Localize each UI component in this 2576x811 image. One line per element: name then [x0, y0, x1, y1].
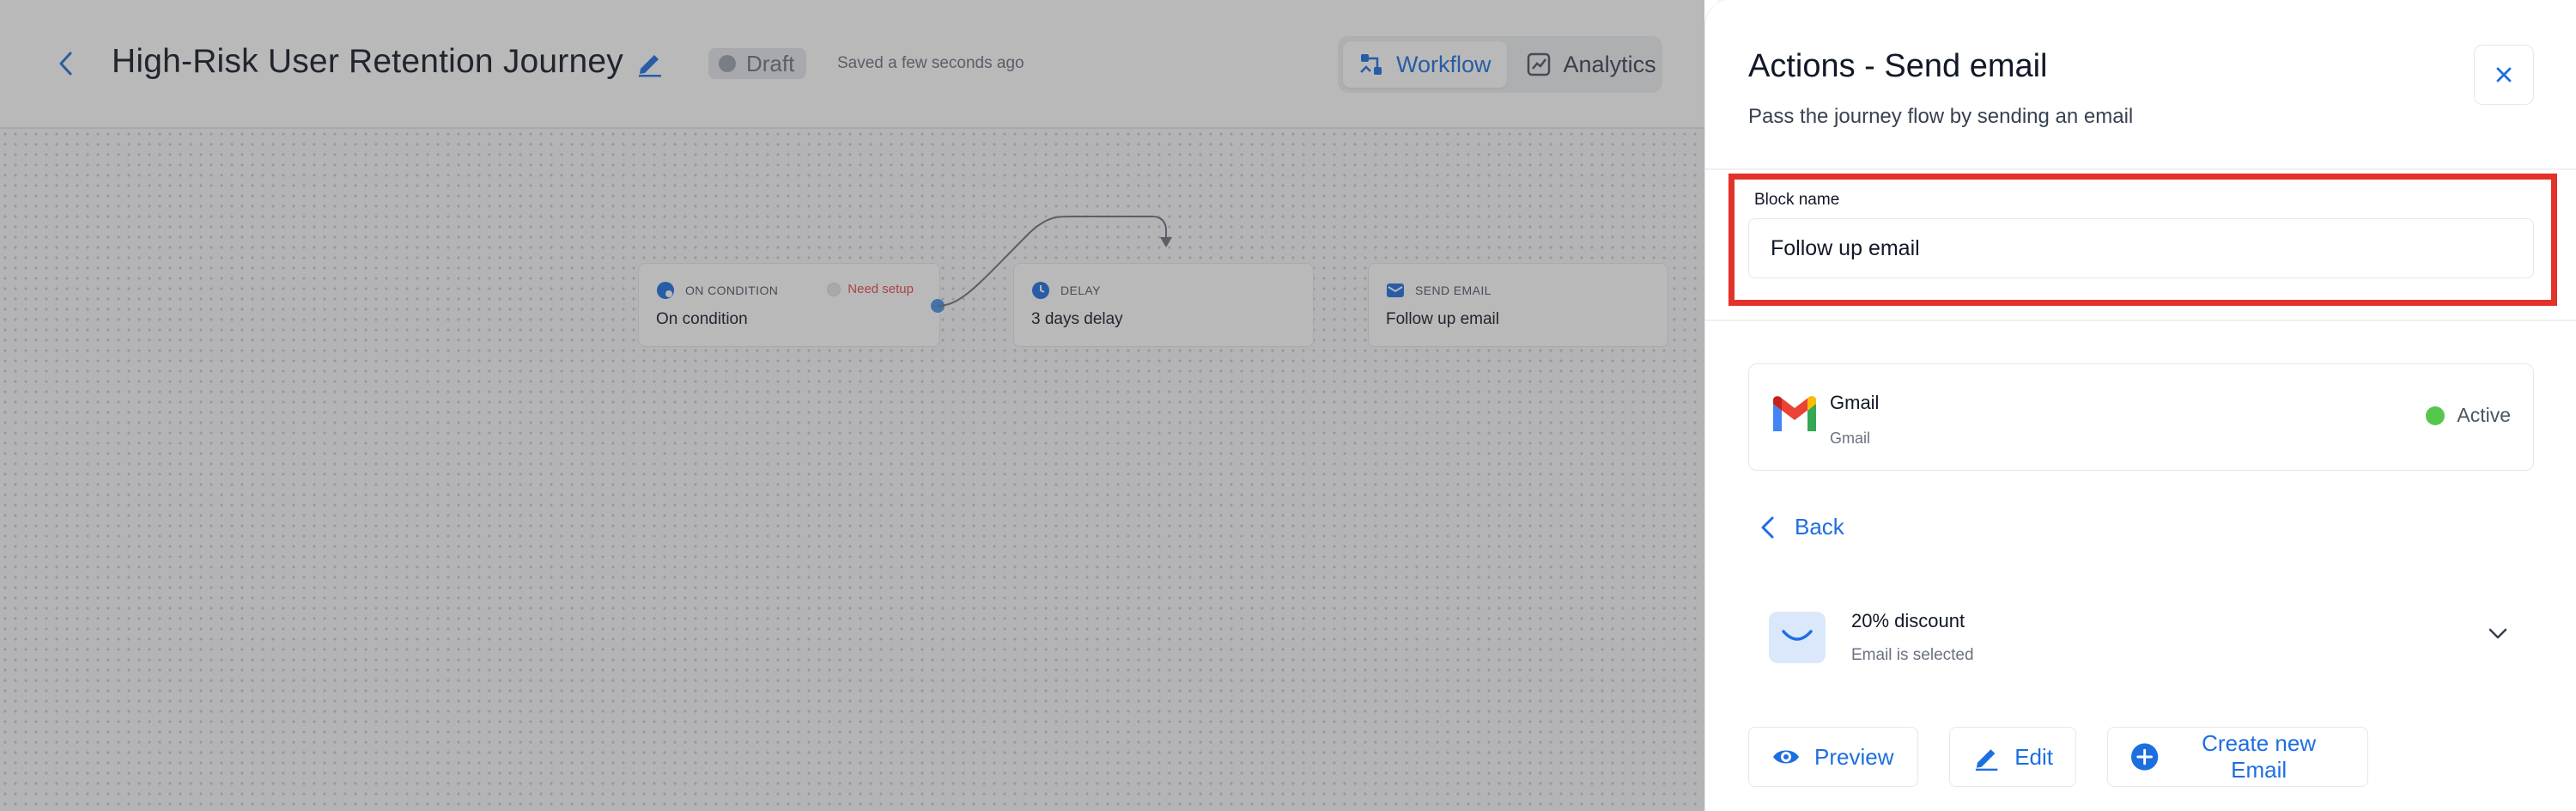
email-sub: Email is selected [1851, 646, 1974, 664]
pencil-icon [1975, 749, 1998, 771]
back-label: Back [1795, 514, 1844, 540]
plus-circle-icon [2130, 743, 2159, 771]
gmail-icon [1773, 396, 1816, 431]
email-template-icon [1769, 612, 1826, 663]
back-button[interactable]: Back [1759, 514, 1844, 540]
integration-status-label: Active [2457, 404, 2511, 426]
chevron-down-icon[interactable] [2488, 625, 2508, 641]
divider [1705, 320, 2576, 321]
preview-button[interactable]: Preview [1748, 727, 1918, 787]
edit-label: Edit [2014, 743, 2053, 770]
chevron-left-icon [1761, 516, 1774, 538]
eye-icon [1773, 750, 1799, 764]
close-button[interactable] [2474, 45, 2534, 105]
integration-card[interactable]: Gmail Gmail Active [1748, 363, 2534, 471]
divider [1705, 168, 2576, 170]
active-dot-icon [2426, 406, 2445, 425]
app: High-Risk User Retention Journey Draft S… [0, 0, 2576, 811]
selected-email-row[interactable]: 20% discount Email is selected [1748, 593, 2534, 679]
modal-overlay[interactable] [0, 0, 1704, 811]
email-title: 20% discount [1851, 610, 1965, 631]
smile-envelope-icon [1782, 630, 1813, 641]
integration-name: Gmail [1830, 392, 1880, 413]
integration-status: Active [2426, 404, 2511, 427]
create-new-email-button[interactable]: Create new Email [2107, 727, 2368, 787]
close-icon [2496, 67, 2512, 82]
block-name-label: Block name [1754, 191, 1840, 209]
drawer-title: Actions - Send email [1748, 48, 2048, 84]
preview-label: Preview [1814, 743, 1894, 770]
send-email-drawer: Actions - Send email Pass the journey fl… [1704, 0, 2576, 811]
edit-button[interactable]: Edit [1949, 727, 2076, 787]
drawer-subtitle: Pass the journey flow by sending an emai… [1748, 105, 2134, 128]
create-new-email-label: Create new Email [2202, 730, 2317, 783]
integration-sub: Gmail [1830, 430, 1871, 447]
block-name-input[interactable] [1748, 218, 2534, 278]
